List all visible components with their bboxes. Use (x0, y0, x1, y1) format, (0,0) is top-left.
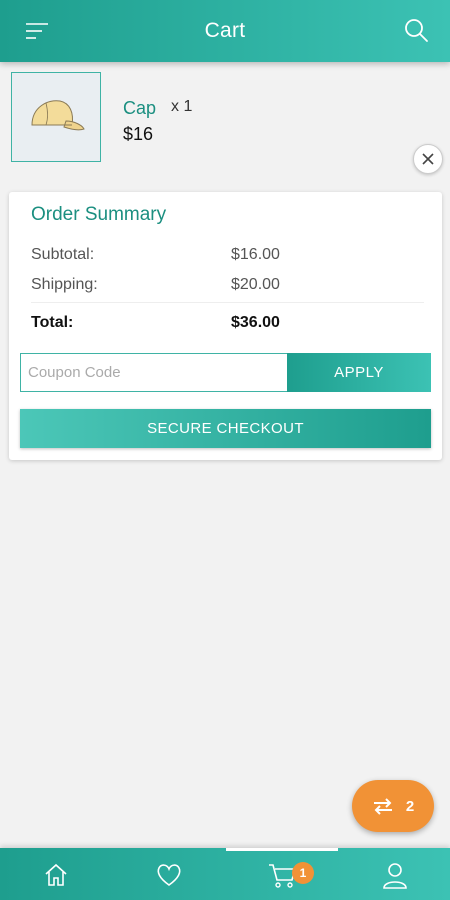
shipping-value: $20.00 (231, 276, 280, 293)
nav-home[interactable] (38, 858, 74, 892)
page-title: Cart (204, 19, 246, 42)
product-price: $16 (123, 124, 154, 144)
search-icon (405, 19, 428, 42)
nav-cart[interactable]: 1 (264, 858, 314, 892)
bottom-navigation: 1 (0, 848, 450, 900)
apply-coupon-button[interactable]: APPLY (287, 353, 431, 392)
subtotal-value: $16.00 (231, 246, 280, 263)
remove-item-button[interactable] (413, 144, 443, 174)
nav-profile[interactable] (377, 858, 413, 892)
total-label: Total: (31, 314, 74, 331)
app-header: Cart (0, 0, 450, 62)
fab-count: 2 (405, 797, 415, 815)
cap-image (31, 100, 85, 131)
total-value: $36.00 (231, 314, 280, 331)
order-summary-card: Order Summary Subtotal: $16.00 Shipping:… (9, 192, 442, 460)
floating-action-button[interactable]: 2 (352, 780, 434, 832)
summary-divider (31, 302, 424, 303)
product-name[interactable]: Cap (123, 98, 156, 119)
product-quantity: x 1 (171, 98, 193, 115)
secure-checkout-button[interactable]: SECURE CHECKOUT (20, 409, 431, 448)
cart-item: Cap x 1 $16 (0, 62, 450, 182)
user-icon (383, 863, 407, 889)
menu-icon (26, 23, 48, 39)
menu-button[interactable] (24, 18, 50, 44)
active-tab-indicator (226, 848, 338, 851)
heart-icon (157, 864, 181, 886)
swap-arrows-icon (373, 798, 392, 815)
subtotal-label: Subtotal: (31, 246, 95, 263)
order-summary-title: Order Summary (31, 204, 167, 225)
home-icon (45, 863, 67, 886)
coupon-code-input[interactable] (20, 353, 288, 392)
nav-wishlist[interactable] (151, 858, 187, 892)
search-button[interactable] (402, 16, 430, 44)
shipping-label: Shipping: (31, 276, 98, 293)
product-thumbnail[interactable] (11, 72, 101, 162)
cart-count-badge: 1 (292, 862, 314, 884)
close-icon (422, 153, 434, 165)
